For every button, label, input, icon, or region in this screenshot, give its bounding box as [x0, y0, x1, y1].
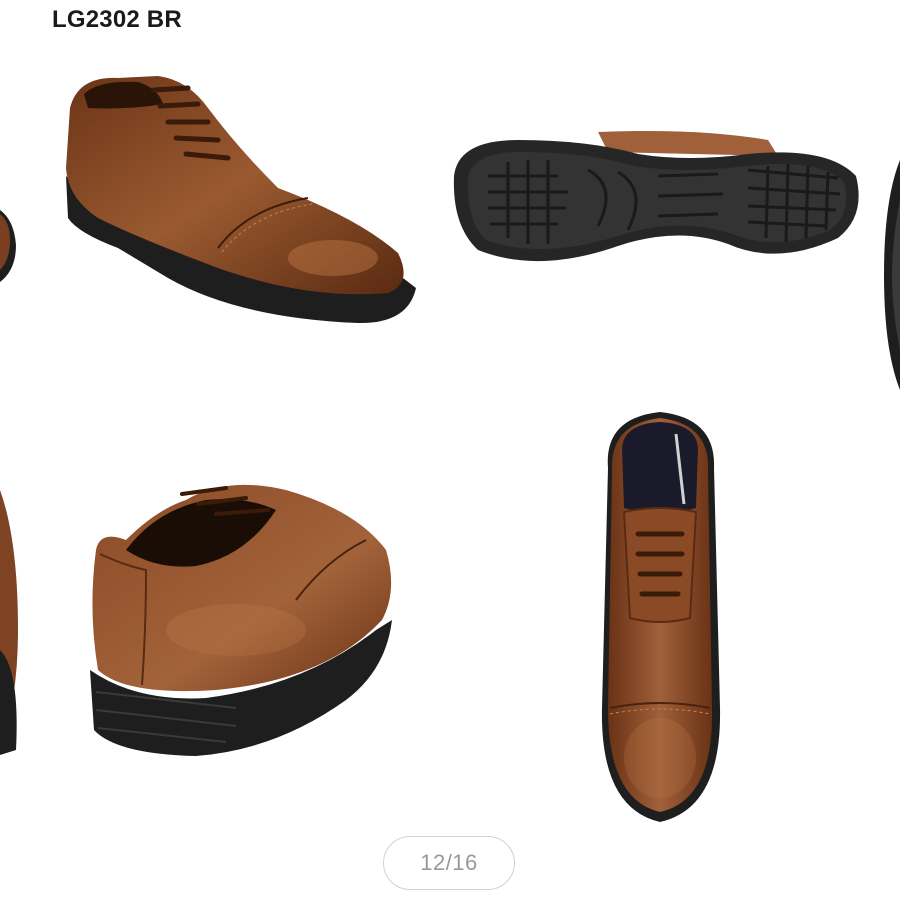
shoe-edge-partial-icon	[0, 210, 16, 282]
shoe-top-view[interactable]	[594, 408, 726, 824]
shoe-edge-partial-icon	[884, 160, 900, 390]
product-title: LG2302 BR	[52, 6, 182, 33]
shoe-side-view[interactable]	[58, 68, 428, 338]
shoe-edge-partial-icon	[0, 490, 18, 755]
shoe-side-view-icon	[66, 76, 416, 324]
shoe-sole-view-icon	[453, 131, 859, 262]
shoe-edge-partial-right	[880, 160, 900, 390]
shoe-edge-partial-left-top	[0, 200, 22, 290]
image-page-counter: 12/16	[383, 836, 515, 890]
shoe-edge-partial-left-bottom	[0, 480, 22, 760]
shoe-rear-view[interactable]	[86, 470, 396, 760]
shoe-top-view-icon	[601, 412, 721, 822]
shoe-sole-view[interactable]	[448, 126, 868, 278]
shoe-rear-view-icon	[90, 484, 392, 756]
